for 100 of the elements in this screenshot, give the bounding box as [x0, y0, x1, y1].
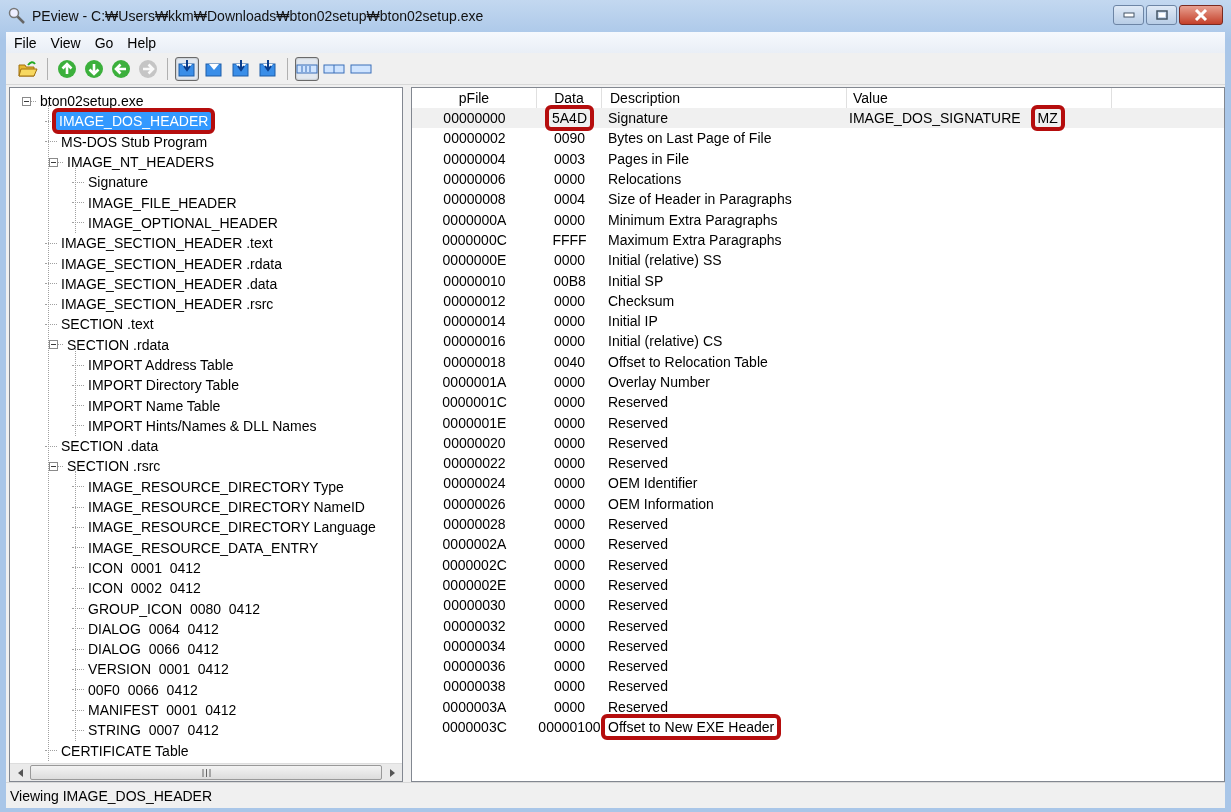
table-cell: 0000000C	[442, 231, 507, 248]
close-button[interactable]	[1179, 5, 1223, 25]
table-cell: Reserved	[608, 394, 668, 411]
menu-item[interactable]: File	[8, 34, 43, 51]
tree-item[interactable]: SECTION .rdata	[65, 336, 171, 353]
collapse-icon[interactable]	[49, 157, 58, 167]
table-cell: 00000010	[443, 272, 506, 289]
table-cell: 00000000	[443, 110, 506, 127]
tree-item[interactable]: STRING 0007 0412	[86, 722, 221, 739]
table-cell: 00000022	[443, 455, 506, 472]
table-cell: 0000	[553, 252, 586, 269]
tree-item[interactable]: IMAGE_NT_HEADERS	[65, 154, 217, 171]
table-cell: Reserved	[608, 516, 668, 533]
tree-item[interactable]: DIALOG 0066 0412	[86, 641, 221, 658]
tree-item[interactable]: 00F0 0066 0412	[86, 681, 200, 698]
collapse-icon[interactable]	[22, 96, 31, 106]
table-cell: 0000002C	[442, 556, 507, 573]
table-cell: Reserved	[608, 414, 668, 431]
tree-item[interactable]: bton02setup.exe	[38, 93, 146, 110]
table-cell: Reserved	[608, 597, 668, 614]
table-cell: 0000	[553, 333, 586, 350]
table-cell: 00000026	[443, 495, 506, 512]
table-cell: Reserved	[608, 455, 668, 472]
tree-item[interactable]: IMPORT Name Table	[86, 397, 223, 414]
tree-item[interactable]: Signature	[86, 174, 150, 191]
table-cell: 00000034	[443, 637, 506, 654]
tree-item[interactable]: IMAGE_OPTIONAL_HEADER	[86, 214, 280, 231]
table-cell: 0000	[553, 414, 586, 431]
table-cell: 00000030	[443, 597, 506, 614]
table-cell: 00000016	[443, 333, 506, 350]
magnifier-icon	[8, 7, 26, 25]
table-cell: 00000024	[443, 475, 506, 492]
toolbar-button[interactable]	[175, 56, 199, 81]
table-cell: 0000	[553, 171, 586, 188]
collapse-icon[interactable]	[49, 462, 58, 471]
tree-item[interactable]: IMAGE_SECTION_HEADER .rdata	[59, 255, 284, 272]
table-cell: 0000	[553, 576, 586, 593]
menu-item[interactable]: Help	[121, 34, 163, 51]
tree-item[interactable]: ICON 0002 0412	[86, 580, 203, 597]
tree-item[interactable]: IMAGE_RESOURCE_DIRECTORY NameID	[86, 499, 367, 516]
tree-item[interactable]: SECTION .data	[59, 438, 161, 455]
tree-item[interactable]: IMAGE_RESOURCE_DIRECTORY Type	[86, 478, 346, 495]
tree-item[interactable]: MANIFEST 0001 0412	[86, 702, 239, 719]
table-cell: Reserved	[608, 536, 668, 553]
tree-item[interactable]: MS-DOS Stub Program	[59, 133, 210, 150]
table-cell: Reserved	[608, 434, 668, 451]
table-cell: 0000	[553, 434, 586, 451]
tree-item[interactable]: IMAGE_RESOURCE_DIRECTORY Language	[86, 519, 378, 536]
table-cell: 0000	[553, 597, 586, 614]
minimize-button[interactable]	[1113, 5, 1144, 25]
tree-item[interactable]: SECTION .text	[59, 316, 156, 333]
table-cell: OEM Identifier	[608, 475, 698, 492]
table-cell: 0000001A	[442, 374, 507, 390]
tree-item[interactable]: IMAGE_SECTION_HEADER .rsrc	[59, 296, 276, 313]
table-cell: 0000	[553, 313, 586, 330]
tree-item[interactable]: SECTION .rsrc	[65, 458, 163, 475]
toolbar-button[interactable]	[295, 56, 319, 81]
table-cell: 0000001C	[442, 394, 507, 411]
horizontal-scrollbar[interactable]	[10, 763, 402, 781]
table-cell: Initial SP	[608, 272, 664, 289]
tree-item[interactable]: CERTIFICATE Table	[59, 742, 191, 759]
table-cell: IMAGE_DOS_SIGNATURE	[849, 110, 1021, 127]
maximize-icon	[1155, 10, 1168, 20]
tree-item[interactable]: VERSION 0001 0412	[86, 661, 231, 678]
table-cell: 5A4D	[545, 105, 594, 132]
table-cell: 00000038	[443, 678, 506, 695]
tree-item[interactable]: IMPORT Hints/Names & DLL Names	[86, 417, 319, 434]
maximize-button[interactable]	[1146, 5, 1177, 25]
table-cell: 0000003A	[442, 698, 507, 715]
collapse-icon[interactable]	[49, 340, 58, 350]
tree-item[interactable]: GROUP_ICON 0080 0412	[86, 600, 262, 617]
tree-item[interactable]: DIALOG 0064 0412	[86, 620, 221, 637]
table-cell: 00000018	[443, 353, 506, 370]
tree-item[interactable]: IMAGE_SECTION_HEADER .data	[59, 275, 280, 292]
scrollbar-thumb[interactable]	[30, 765, 382, 780]
table-cell: 0000	[553, 678, 586, 695]
table-cell: 00000100	[538, 719, 601, 736]
menu-item[interactable]: View	[44, 34, 87, 51]
table-cell: FFFF	[552, 231, 587, 248]
tree-item[interactable]: IMPORT Directory Table	[86, 377, 241, 394]
table-cell: Initial IP	[608, 313, 658, 330]
table-cell: 00000028	[443, 516, 506, 533]
tree-item[interactable]: IMPORT Address Table	[86, 357, 236, 373]
tree-item[interactable]: ICON 0001 0412	[86, 559, 203, 576]
table-cell: 0000	[553, 475, 586, 492]
table-cell: Minimum Extra Paragraphs	[608, 211, 778, 228]
table-cell: Overlay Number	[608, 374, 710, 390]
tree-item[interactable]: IMAGE_RESOURCE_DATA_ENTRY	[86, 539, 321, 556]
tree-item[interactable]: IMAGE_SECTION_HEADER .text	[59, 235, 275, 252]
table-cell: Size of Header in Paragraphs	[608, 191, 792, 208]
tree-item[interactable]: IMAGE_FILE_HEADER	[86, 194, 239, 211]
table-cell: 0000	[553, 455, 586, 472]
table-cell: Relocations	[608, 171, 682, 188]
table-cell: Offset to Relocation Table	[608, 353, 768, 370]
table-cell: 0000	[553, 536, 586, 553]
minimize-icon	[1122, 12, 1135, 18]
menu-item[interactable]: Go	[88, 34, 120, 51]
table-cell: Maximum Extra Paragraphs	[608, 231, 782, 248]
table-cell: Initial (relative) CS	[608, 333, 723, 350]
table-cell: 0000	[553, 495, 586, 512]
